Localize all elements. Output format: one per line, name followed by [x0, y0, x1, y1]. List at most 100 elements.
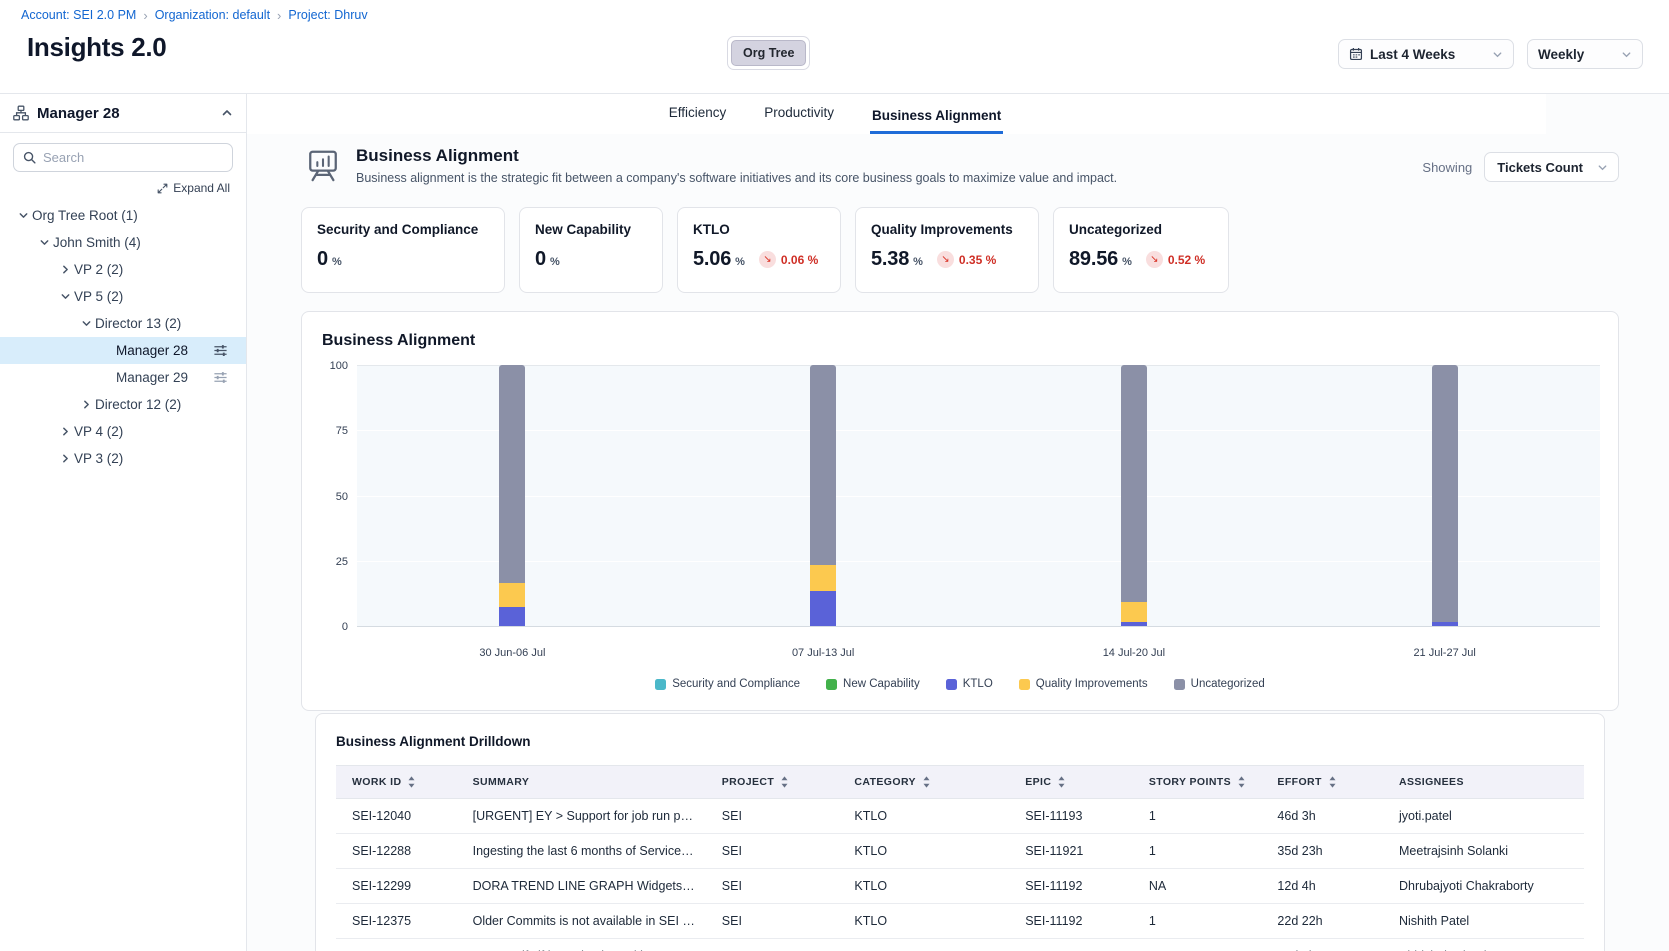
stacked-bar[interactable]	[1121, 365, 1147, 626]
tree-item-label: Manager 28	[116, 343, 188, 358]
table-row[interactable]: SEI-12288Ingesting the last 6 months of …	[336, 834, 1584, 869]
tree-item-label: VP 5 (2)	[74, 289, 123, 304]
tree-item[interactable]: Manager 28	[0, 337, 246, 364]
gridline	[357, 496, 1600, 497]
bar-segment-ktlo[interactable]	[810, 591, 836, 626]
bar-segment-quality-improvements[interactable]	[810, 565, 836, 591]
stacked-bar[interactable]	[1432, 365, 1458, 626]
column-header-project[interactable]: Project	[710, 766, 843, 799]
table-cell: 1	[1137, 834, 1266, 869]
tree-item[interactable]: Director 13 (2)	[0, 310, 246, 337]
showing-select[interactable]: Tickets Count	[1484, 152, 1619, 182]
kpi-title: New Capability	[535, 222, 647, 237]
legend-swatch	[826, 679, 837, 690]
filter-sliders-icon[interactable]	[213, 343, 228, 358]
tree-item[interactable]: VP 5 (2)	[0, 283, 246, 310]
column-header-category[interactable]: Category	[842, 766, 1013, 799]
gridline	[357, 561, 1600, 562]
chevron-down-icon[interactable]	[35, 237, 53, 248]
stacked-bar[interactable]	[810, 365, 836, 626]
tree-item[interactable]: Manager 29	[0, 364, 246, 391]
column-label: Epic	[1025, 776, 1051, 788]
bar-segment-quality-improvements[interactable]	[499, 583, 525, 607]
bar-segment-ktlo[interactable]	[1121, 622, 1147, 626]
legend-item[interactable]: Quality Improvements	[1019, 678, 1148, 690]
breadcrumb-account-link[interactable]: Account: SEI 2.0 PM	[21, 8, 136, 22]
chevron-down-icon[interactable]	[14, 210, 32, 221]
column-header-epic[interactable]: Epic	[1013, 766, 1137, 799]
column-header-effort[interactable]: Effort	[1265, 766, 1387, 799]
table-row[interactable]: SEI-12305EY > Verify if ingestion is wor…	[336, 939, 1584, 951]
sort-icon[interactable]	[1237, 776, 1246, 788]
chevron-right-icon[interactable]	[56, 426, 74, 437]
tab-efficiency[interactable]: Efficiency	[667, 105, 729, 134]
table-cell: DORA TREND LINE GRAPH Widgets is n...	[461, 869, 710, 904]
chevron-right-icon[interactable]	[56, 264, 74, 275]
table-row[interactable]: SEI-12375Older Commits is not available …	[336, 904, 1584, 939]
bar-segment-uncategorized[interactable]	[1121, 365, 1147, 602]
legend-item[interactable]: Uncategorized	[1174, 678, 1265, 690]
date-range-select[interactable]: Last 4 Weeks	[1338, 39, 1514, 69]
sidebar-search[interactable]	[13, 143, 233, 172]
breadcrumb-organization-link[interactable]: Organization: default	[155, 8, 270, 22]
chevron-down-icon[interactable]	[56, 291, 74, 302]
filter-sliders-icon[interactable]	[213, 370, 228, 385]
x-tick-label: 14 Jul-20 Jul	[1103, 647, 1165, 659]
chevron-right-icon[interactable]	[56, 453, 74, 464]
sort-icon[interactable]	[1328, 776, 1337, 788]
column-label: Category	[854, 776, 916, 788]
legend-item[interactable]: KTLO	[946, 678, 993, 690]
kpi-card: Uncategorized 89.56 % ↘ 0.52 %	[1053, 207, 1229, 293]
sort-icon[interactable]	[780, 776, 789, 788]
tree-item[interactable]: VP 4 (2)	[0, 418, 246, 445]
tree-item[interactable]: Org Tree Root (1)	[0, 202, 246, 229]
date-range-value: Last 4 Weeks	[1370, 47, 1455, 62]
stacked-bar[interactable]	[499, 365, 525, 626]
bar-segment-uncategorized[interactable]	[810, 365, 836, 565]
sort-icon[interactable]	[922, 776, 931, 788]
trend-down-icon: ↘	[937, 251, 954, 268]
column-header-work-id[interactable]: Work ID	[336, 766, 461, 799]
tree-item[interactable]: Director 12 (2)	[0, 391, 246, 418]
expand-all-button[interactable]: Expand All	[0, 174, 246, 198]
collapse-sidebar-icon[interactable]	[221, 107, 233, 119]
table-cell: 1	[1137, 799, 1266, 834]
column-header-story-points[interactable]: Story Points	[1137, 766, 1266, 799]
tab-business-alignment[interactable]: Business Alignment	[870, 108, 1003, 134]
chart-title: Business Alignment	[322, 332, 1600, 350]
bar-segment-quality-improvements[interactable]	[1121, 602, 1147, 622]
trend-down-icon: ↘	[1146, 251, 1163, 268]
tree-item[interactable]: VP 2 (2)	[0, 256, 246, 283]
chevron-down-icon	[1492, 49, 1503, 60]
bar-segment-uncategorized[interactable]	[499, 365, 525, 583]
table-cell: 46d 3h	[1265, 799, 1387, 834]
bar-segment-ktlo[interactable]	[1432, 622, 1458, 626]
breadcrumb-project-link[interactable]: Project: Dhruv	[288, 8, 367, 22]
bar-segment-ktlo[interactable]	[499, 607, 525, 626]
kpi-unit: %	[550, 256, 560, 268]
bar-segment-uncategorized[interactable]	[1432, 365, 1458, 622]
tree-item[interactable]: VP 3 (2)	[0, 445, 246, 472]
chevron-right-icon[interactable]	[77, 399, 95, 410]
presentation-chart-icon	[304, 148, 342, 187]
legend-item[interactable]: New Capability	[826, 678, 920, 690]
tree-item[interactable]: John Smith (4)	[0, 229, 246, 256]
sort-icon[interactable]	[407, 776, 416, 788]
table-row[interactable]: SEI-12299DORA TREND LINE GRAPH Widgets i…	[336, 869, 1584, 904]
legend-item[interactable]: Security and Compliance	[655, 678, 800, 690]
y-tick-label: 0	[342, 621, 348, 633]
granularity-select[interactable]: Weekly	[1527, 39, 1643, 69]
column-header-assignees: Assignees	[1387, 766, 1584, 799]
table-cell: Ingesting the last 6 months of ServiceN.…	[461, 834, 710, 869]
table-cell: Nishith Patel	[1387, 904, 1584, 939]
org-tree-button[interactable]: Org Tree	[731, 40, 806, 66]
sort-icon[interactable]	[1057, 776, 1066, 788]
search-input[interactable]	[43, 150, 223, 165]
table-cell: NA	[1137, 869, 1266, 904]
showing-label: Showing	[1422, 160, 1472, 175]
tab-productivity[interactable]: Productivity	[762, 105, 836, 134]
column-label: Summary	[473, 776, 530, 788]
table-row[interactable]: SEI-12040[URGENT] EY > Support for job r…	[336, 799, 1584, 834]
kpi-value: 0	[535, 248, 546, 271]
chevron-down-icon[interactable]	[77, 318, 95, 329]
